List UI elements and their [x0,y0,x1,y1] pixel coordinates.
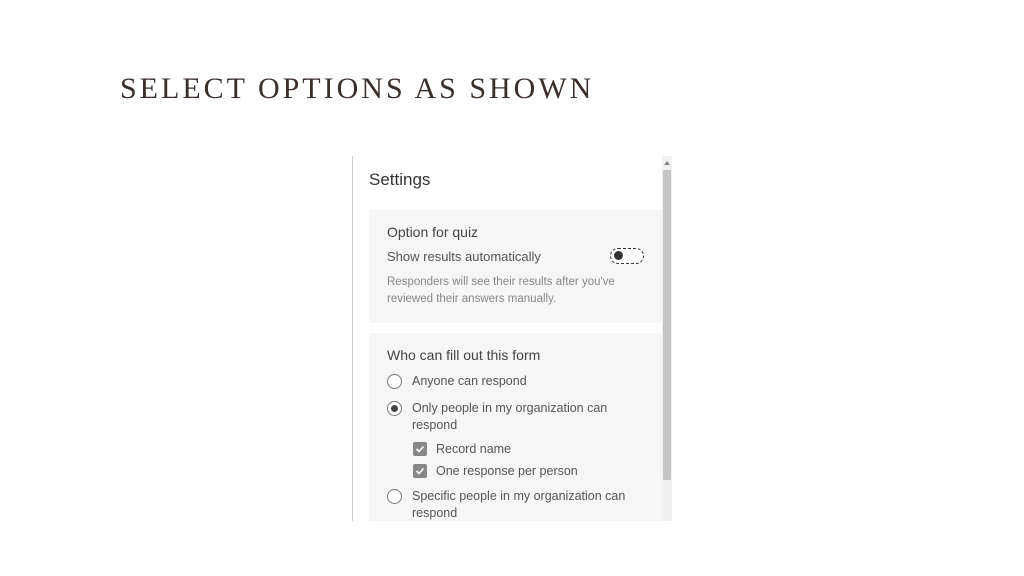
radio-org-only[interactable]: Only people in my organization can respo… [387,400,644,434]
check-record-name[interactable]: Record name [413,442,644,456]
scroll-thumb[interactable] [663,170,671,480]
checkbox-icon [413,442,427,456]
org-sub-options: Record name One response per person [413,442,644,478]
toggle-knob-icon [614,251,623,260]
radio-icon [387,374,402,389]
check-one-response[interactable]: One response per person [413,464,644,478]
scrollbar[interactable] [662,156,672,521]
checkbox-icon [413,464,427,478]
show-results-toggle[interactable] [610,248,644,264]
quiz-section-title: Option for quiz [387,224,644,240]
settings-heading: Settings [369,170,662,190]
quiz-section: Option for quiz Show results automatical… [369,210,662,323]
settings-panel: Settings Option for quiz Show results au… [352,156,672,521]
show-results-label: Show results automatically [387,249,541,264]
show-results-row: Show results automatically [387,248,644,264]
radio-label: Anyone can respond [412,373,527,390]
scroll-up-icon[interactable] [662,158,672,168]
radio-label: Specific people in my organization can r… [412,488,644,521]
check-label: Record name [436,442,511,456]
fill-section: Who can fill out this form Anyone can re… [369,333,662,521]
radio-icon [387,401,402,416]
radio-specific-people[interactable]: Specific people in my organization can r… [387,488,644,521]
fill-section-title: Who can fill out this form [387,347,644,363]
radio-icon [387,489,402,504]
radio-label: Only people in my organization can respo… [412,400,644,434]
check-label: One response per person [436,464,578,478]
settings-panel-content: Settings Option for quiz Show results au… [353,156,662,521]
slide-title: SELECT OPTIONS AS SHOWN [120,72,594,106]
quiz-helper-text: Responders will see their results after … [387,274,644,307]
radio-anyone[interactable]: Anyone can respond [387,373,644,390]
